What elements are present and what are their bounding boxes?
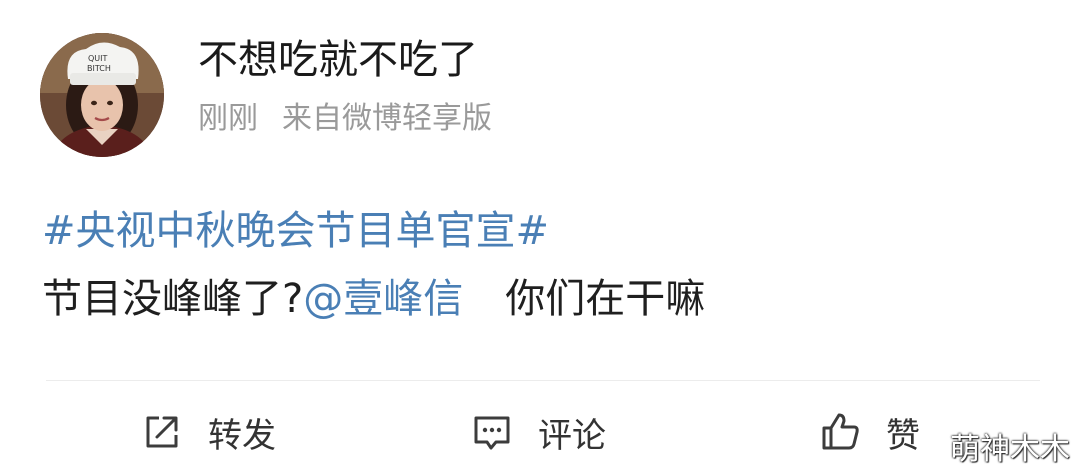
comment-label: 评论	[538, 415, 606, 456]
repost-button[interactable]: 转发	[140, 404, 276, 460]
hashtag-link[interactable]: #央视中秋晚会节目单官宣#	[42, 204, 549, 258]
comment-bubble-icon	[474, 416, 510, 450]
hat-text-line1: QUIT	[88, 54, 108, 63]
post-meta: 刚刚 来自微博轻享版	[198, 98, 492, 140]
post-text-after-mention: 你们在干嘛	[505, 276, 706, 322]
post-source[interactable]: 来自微博轻享版	[282, 101, 492, 136]
post-text: 节目没峰峰了?@壹峰信 你们在干嘛	[42, 272, 705, 326]
avatar[interactable]: QUIT BITCH	[40, 33, 164, 157]
share-arrow-icon	[146, 416, 178, 448]
like-button[interactable]: 赞	[818, 404, 920, 460]
comment-button[interactable]: 评论	[470, 404, 606, 460]
thumbs-up-icon	[822, 413, 859, 450]
post-time: 刚刚	[198, 101, 258, 136]
watermark: 萌神木木	[950, 432, 1070, 467]
mention-link[interactable]: @壹峰信	[303, 276, 463, 322]
like-label: 赞	[886, 415, 920, 456]
author-name[interactable]: 不想吃就不吃了	[198, 34, 478, 86]
divider	[46, 380, 1040, 381]
weibo-post: QUIT BITCH 不想吃就不吃了 刚刚 来自微博轻享版 #央视中秋晚会节目单官…	[0, 0, 1078, 476]
post-text-before-mention: 节目没峰峰了?	[42, 276, 304, 322]
repost-label: 转发	[208, 415, 276, 456]
avatar-image: QUIT BITCH	[40, 33, 164, 157]
hat-text-line2: BITCH	[87, 64, 111, 73]
